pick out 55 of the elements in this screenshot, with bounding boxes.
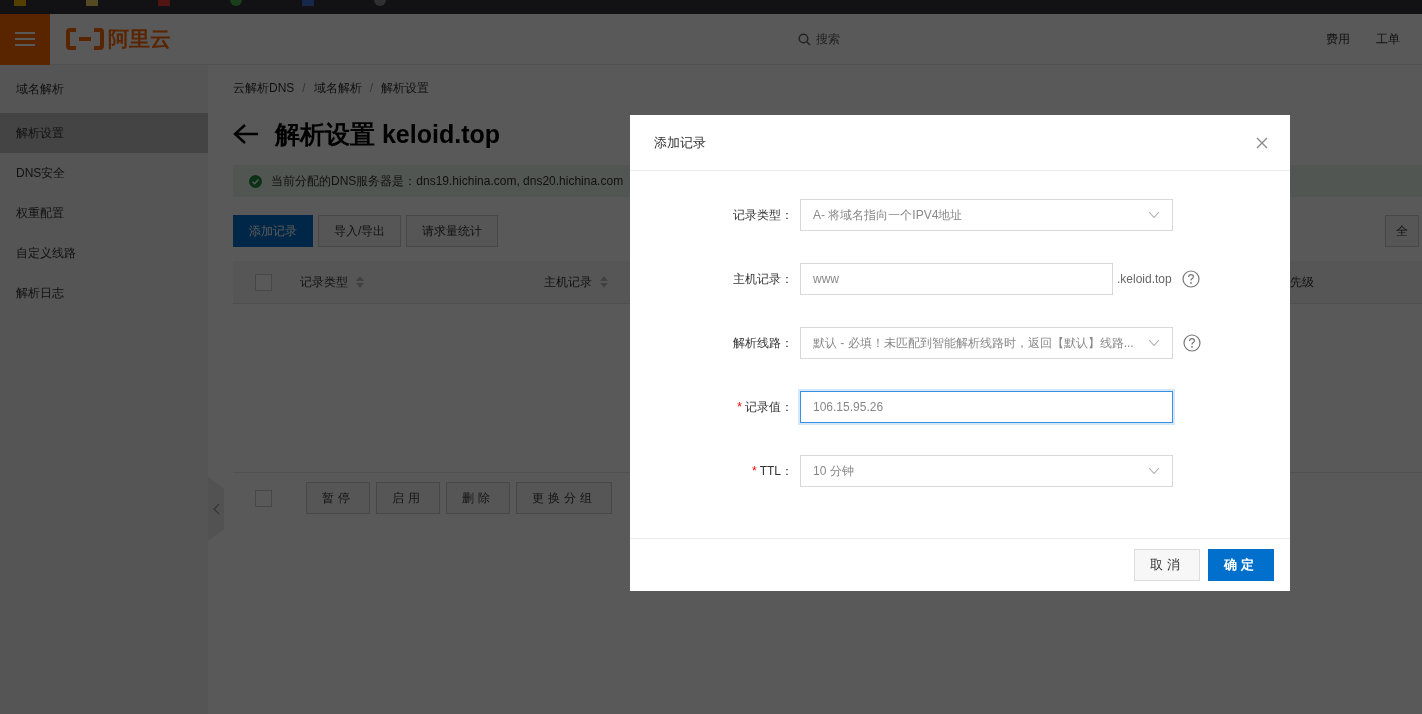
toolbar-button[interactable]: 添加记录: [233, 215, 313, 247]
notice-text: 当前分配的DNS服务器是：dns19.hichina.com, dns20.hichina.com: [271, 172, 624, 190]
column-header: 主机记录: [544, 273, 592, 291]
select-field[interactable]: A- 将域名指向一个IPV4地址: [800, 199, 1173, 231]
breadcrumb-separator: /: [302, 81, 306, 95]
bookmark-icon[interactable]: [230, 0, 242, 6]
column-header: 记录类型: [300, 273, 348, 291]
dialog-title: 添加记录: [654, 133, 706, 152]
chevron-left-icon: [212, 503, 220, 515]
logo-text: 阿里云: [108, 26, 171, 52]
chevron-down-icon: [1148, 211, 1160, 219]
chevron-down-icon: [1148, 339, 1160, 347]
breadcrumb-link[interactable]: 域名解析: [313, 79, 362, 97]
toolbar-button[interactable]: 全: [1385, 215, 1419, 247]
folder-icon[interactable]: [86, 0, 98, 6]
required-asterisk: *: [752, 463, 757, 478]
column-header: 先级: [1290, 273, 1314, 291]
chevron-down-icon: [1148, 467, 1160, 475]
toolbar-button[interactable]: 导入/导出: [318, 215, 402, 247]
menu-icon: [15, 32, 35, 46]
field-label: 记录值：: [745, 399, 793, 414]
field-label: 解析线路：: [733, 335, 793, 350]
dialog-button[interactable]: 确定: [1208, 549, 1274, 581]
menu-button[interactable]: [0, 13, 50, 65]
breadcrumb-separator: /: [369, 81, 374, 95]
search-icon: [798, 32, 811, 46]
field-label: 记录类型：: [733, 207, 793, 222]
bookmark-icon[interactable]: [374, 0, 386, 6]
bookmark-icon[interactable]: [158, 0, 170, 6]
breadcrumb-link[interactable]: 解析设置: [381, 79, 430, 97]
sidebar-item[interactable]: 自定义线路: [0, 233, 208, 273]
select-field[interactable]: 默认 - 必填！未匹配到智能解析线路时，返回【默认】线路...: [800, 327, 1173, 359]
required-asterisk: *: [737, 399, 742, 414]
dialog-button[interactable]: 取消: [1134, 549, 1200, 581]
domain-suffix: .keloid.top: [1117, 272, 1172, 286]
header-link[interactable]: 工单: [1376, 30, 1400, 48]
field-label: TTL：: [759, 463, 793, 478]
back-arrow-icon[interactable]: [233, 123, 259, 145]
toolbar-button[interactable]: 请求量统计: [406, 215, 499, 247]
sidebar-item[interactable]: DNS安全: [0, 153, 208, 193]
bookmark-icon[interactable]: [302, 0, 314, 6]
check-circle-icon: [249, 174, 262, 188]
close-icon[interactable]: [1256, 136, 1268, 149]
sidebar-item[interactable]: 解析日志: [0, 273, 208, 313]
bracket-logo-icon: [66, 28, 104, 50]
help-icon[interactable]: [1181, 270, 1200, 288]
select-field[interactable]: 10 分钟: [800, 455, 1173, 487]
field-label: 主机记录：: [733, 271, 793, 286]
help-icon[interactable]: [1183, 334, 1201, 352]
header-link[interactable]: 费用: [1326, 30, 1350, 48]
sidebar-item[interactable]: 域名解析: [0, 69, 208, 109]
bookmark-icon[interactable]: [14, 0, 26, 6]
input-field[interactable]: 106.15.95.26: [800, 391, 1173, 423]
breadcrumb-link[interactable]: 云解析DNS: [233, 79, 295, 97]
page-title: 解析设置 keloid.top: [275, 118, 500, 150]
